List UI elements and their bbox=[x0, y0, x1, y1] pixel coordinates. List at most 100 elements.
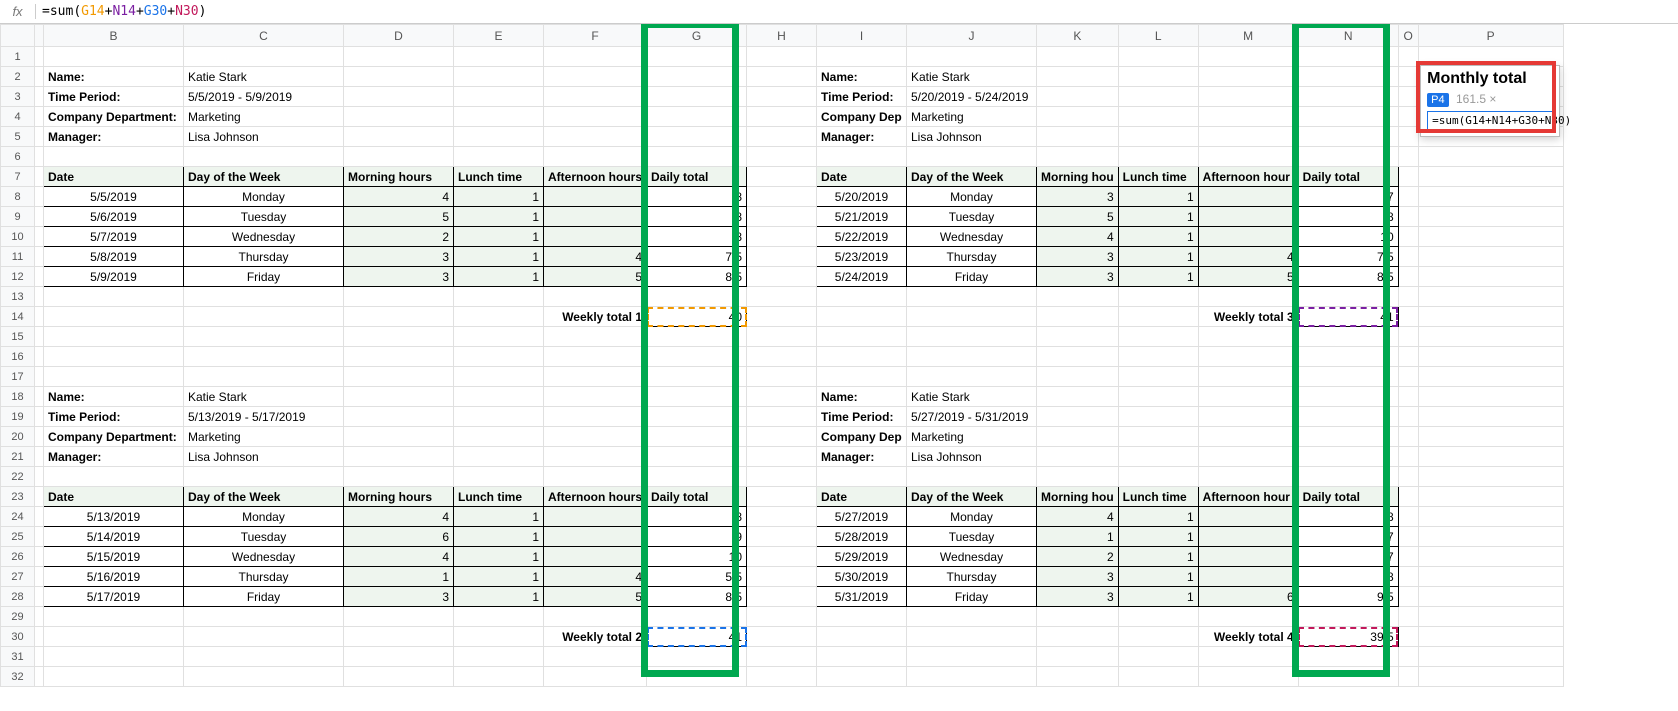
cell[interactable]: Afternoon hour bbox=[1198, 487, 1298, 507]
cell[interactable] bbox=[544, 347, 647, 367]
cell[interactable]: 5 bbox=[1037, 207, 1119, 227]
cell[interactable] bbox=[1418, 47, 1563, 67]
cell[interactable]: 1 bbox=[344, 567, 454, 587]
cell[interactable] bbox=[1118, 647, 1198, 667]
cell[interactable]: 4 bbox=[1037, 227, 1119, 247]
row-header[interactable]: 25 bbox=[1, 527, 35, 547]
cell[interactable] bbox=[454, 387, 544, 407]
cell[interactable] bbox=[1398, 47, 1418, 67]
cell[interactable]: 1 bbox=[454, 547, 544, 567]
cell[interactable]: Marketing bbox=[907, 427, 1037, 447]
cell[interactable] bbox=[35, 127, 44, 147]
cell[interactable]: Company Dep bbox=[817, 427, 907, 447]
cell[interactable] bbox=[44, 147, 184, 167]
cell[interactable] bbox=[184, 287, 344, 307]
cell[interactable] bbox=[817, 347, 907, 367]
cell[interactable] bbox=[1298, 667, 1398, 687]
cell[interactable] bbox=[454, 467, 544, 487]
cell[interactable] bbox=[1418, 467, 1563, 487]
cell[interactable] bbox=[544, 647, 647, 667]
row-header[interactable]: 15 bbox=[1, 327, 35, 347]
cell[interactable]: Daily total bbox=[1298, 167, 1398, 187]
cell[interactable] bbox=[747, 447, 817, 467]
cell[interactable]: Monday bbox=[907, 187, 1037, 207]
cell[interactable] bbox=[1298, 407, 1398, 427]
cell[interactable] bbox=[1398, 147, 1418, 167]
cell[interactable] bbox=[454, 627, 544, 647]
cell[interactable] bbox=[747, 47, 817, 67]
cell[interactable] bbox=[1398, 347, 1418, 367]
cell[interactable]: 1 bbox=[1118, 507, 1198, 527]
cell[interactable] bbox=[747, 407, 817, 427]
cell[interactable] bbox=[184, 367, 344, 387]
cell[interactable] bbox=[1198, 107, 1298, 127]
cell[interactable]: 1 bbox=[1118, 587, 1198, 607]
cell[interactable] bbox=[1118, 607, 1198, 627]
col-header[interactable]: O bbox=[1398, 25, 1418, 47]
cell[interactable]: Date bbox=[817, 167, 907, 187]
col-header[interactable]: B bbox=[44, 25, 184, 47]
row-header[interactable]: 17 bbox=[1, 367, 35, 387]
cell[interactable] bbox=[1398, 167, 1418, 187]
row-header[interactable]: 21 bbox=[1, 447, 35, 467]
cell[interactable]: 5/24/2019 bbox=[817, 267, 907, 287]
cell[interactable] bbox=[454, 607, 544, 627]
cell[interactable]: Morning hours bbox=[344, 167, 454, 187]
cell[interactable] bbox=[647, 347, 747, 367]
cell[interactable] bbox=[44, 307, 184, 327]
cell[interactable]: 40 bbox=[647, 307, 747, 327]
row-header[interactable]: 7 bbox=[1, 167, 35, 187]
cell[interactable] bbox=[35, 247, 44, 267]
row-header[interactable]: 22 bbox=[1, 467, 35, 487]
cell[interactable]: Afternoon hour bbox=[1198, 167, 1298, 187]
cell[interactable]: 4 bbox=[1037, 507, 1119, 527]
cell[interactable] bbox=[817, 667, 907, 687]
cell[interactable] bbox=[35, 207, 44, 227]
cell[interactable] bbox=[1118, 287, 1198, 307]
cell[interactable]: 5/6/2019 bbox=[44, 207, 184, 227]
cell[interactable]: Friday bbox=[907, 587, 1037, 607]
cell[interactable] bbox=[1198, 47, 1298, 67]
cell[interactable] bbox=[1118, 387, 1198, 407]
cell[interactable]: Time Period: bbox=[44, 87, 184, 107]
col-header[interactable]: M bbox=[1198, 25, 1298, 47]
cell[interactable] bbox=[907, 647, 1037, 667]
cell[interactable]: 5/17/2019 bbox=[44, 587, 184, 607]
cell[interactable] bbox=[647, 367, 747, 387]
cell[interactable]: Time Period: bbox=[817, 87, 907, 107]
cell[interactable]: Afternoon hours bbox=[544, 487, 647, 507]
cell[interactable] bbox=[35, 227, 44, 247]
cell[interactable] bbox=[1037, 307, 1119, 327]
cell[interactable] bbox=[44, 627, 184, 647]
cell[interactable] bbox=[1418, 487, 1563, 507]
cell[interactable] bbox=[544, 367, 647, 387]
cell[interactable]: 1 bbox=[454, 247, 544, 267]
cell[interactable] bbox=[1118, 47, 1198, 67]
cell[interactable] bbox=[1418, 507, 1563, 527]
cell[interactable] bbox=[1198, 367, 1298, 387]
cell[interactable] bbox=[1418, 427, 1563, 447]
cell[interactable] bbox=[1398, 607, 1418, 627]
cell[interactable]: 5/30/2019 bbox=[817, 567, 907, 587]
cell[interactable]: Lisa Johnson bbox=[184, 127, 344, 147]
cell[interactable] bbox=[1418, 627, 1563, 647]
cell[interactable] bbox=[1418, 647, 1563, 667]
cell[interactable] bbox=[747, 647, 817, 667]
cell[interactable] bbox=[35, 507, 44, 527]
cell[interactable] bbox=[1398, 287, 1418, 307]
cell[interactable] bbox=[907, 467, 1037, 487]
cell[interactable] bbox=[1298, 427, 1398, 447]
cell[interactable]: 2 bbox=[344, 227, 454, 247]
cell[interactable]: Marketing bbox=[184, 107, 344, 127]
cell[interactable] bbox=[1198, 187, 1298, 207]
cell[interactable] bbox=[1418, 567, 1563, 587]
cell[interactable]: 5/28/2019 bbox=[817, 527, 907, 547]
cell[interactable] bbox=[1198, 347, 1298, 367]
cell[interactable] bbox=[1398, 247, 1418, 267]
cell[interactable] bbox=[454, 327, 544, 347]
cell[interactable]: 4 bbox=[544, 247, 647, 267]
cell[interactable] bbox=[344, 347, 454, 367]
cell[interactable] bbox=[1198, 567, 1298, 587]
cell[interactable]: Tuesday bbox=[907, 527, 1037, 547]
cell[interactable]: 3 bbox=[1037, 247, 1119, 267]
